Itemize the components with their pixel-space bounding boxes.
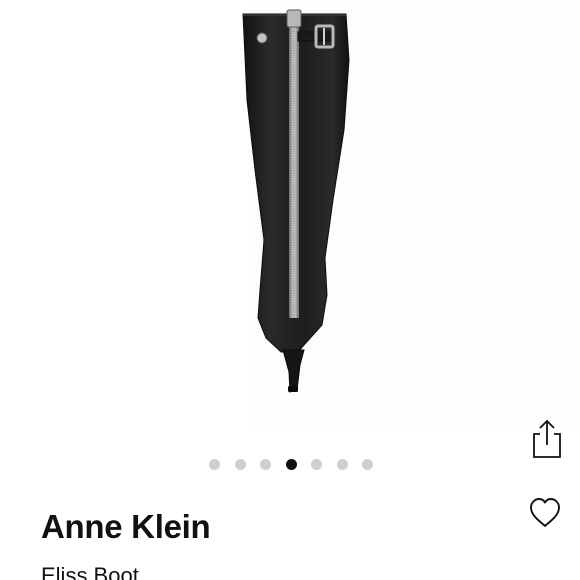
carousel-dot[interactable] — [209, 458, 220, 470]
carousel-dot[interactable] — [234, 458, 246, 470]
favorite-button[interactable] — [527, 495, 563, 531]
carousel-dot[interactable] — [311, 458, 322, 470]
share-icon — [533, 419, 561, 458]
carousel-dot[interactable] — [362, 458, 373, 470]
rivet — [256, 32, 268, 44]
image-carousel-dots — [209, 458, 373, 470]
heel-tip — [288, 386, 298, 392]
carousel-dot-active[interactable] — [285, 458, 297, 470]
brand-name[interactable]: Anne Klein — [41, 508, 211, 546]
heart-outline-icon — [530, 498, 560, 527]
product-detail-page: Anne Klein Eliss Boot — [0, 0, 580, 580]
zipper-pull — [286, 9, 302, 28]
carousel-dot[interactable] — [260, 458, 271, 470]
product-name: Eliss Boot — [41, 563, 139, 580]
carousel-dot[interactable] — [336, 458, 348, 470]
share-button[interactable] — [529, 417, 565, 461]
product-image[interactable] — [0, 0, 580, 440]
boot-heel — [282, 349, 305, 393]
boot-illustration — [242, 9, 350, 393]
